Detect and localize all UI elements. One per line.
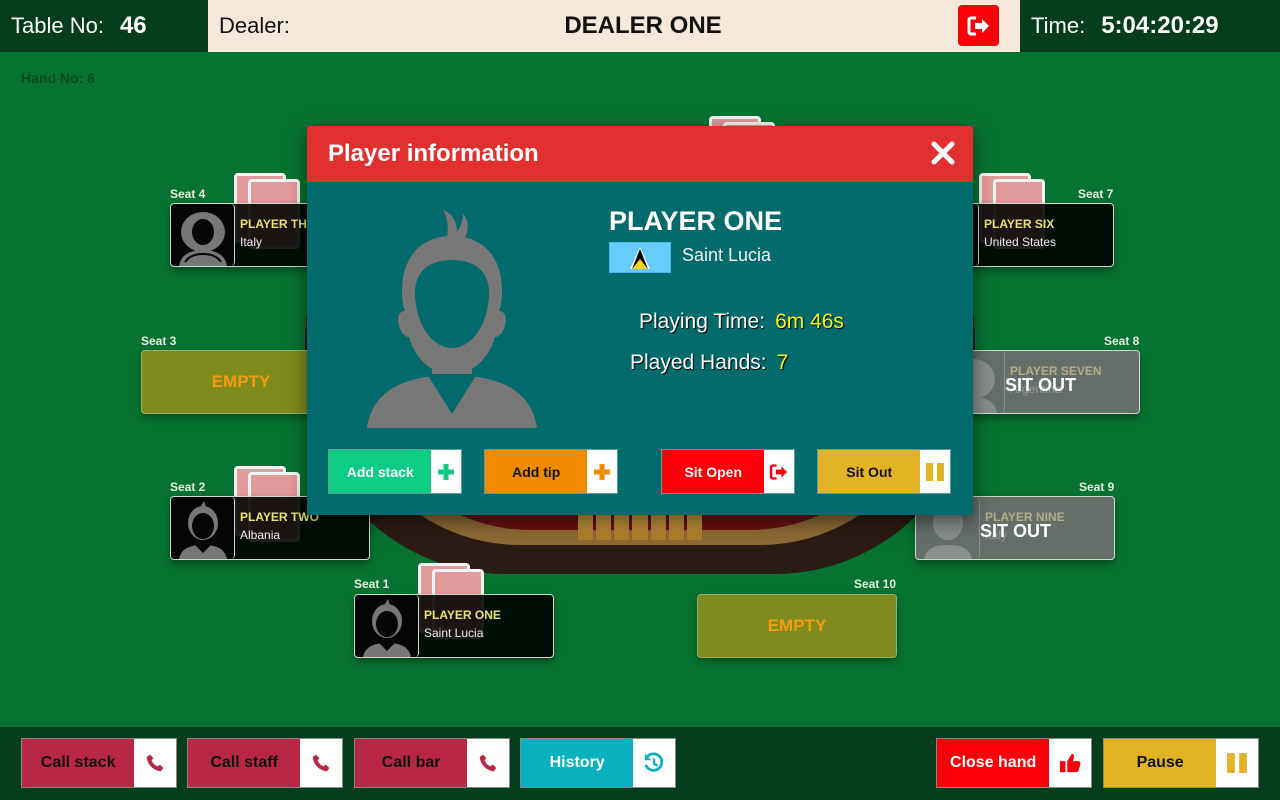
chip-slot [686,514,702,540]
chip-slot [578,514,594,540]
close-hand-button[interactable]: Close hand [936,738,1092,788]
female-avatar-icon [171,204,235,266]
plus-icon [431,450,461,493]
sit-open-label: Sit Open [662,450,765,493]
sit-out-badge: SIT OUT [1005,375,1076,395]
table-info: Table No: 46 [0,0,208,52]
seat-7-label: Seat 7 [1078,187,1114,201]
dealer-name: DEALER ONE [564,12,722,39]
seat-10-label: Seat 10 [854,577,897,591]
played-hands-label: Played Hands: [630,351,767,374]
chip-slot [632,514,648,540]
close-dialog-button[interactable] [929,139,957,167]
player-country: Saint Lucia [682,245,772,265]
call-stack-label: Call stack [22,739,135,787]
chip-slot [596,514,612,540]
seat-10-empty[interactable]: EMPTY [697,594,897,658]
pause-icon [920,450,950,493]
player-country: Italy [240,235,263,249]
player-name: PLAYER SIX [984,217,1055,231]
saint-lucia-flag-icon [609,242,671,273]
add-stack-button[interactable]: Add stack [328,449,462,494]
chip-rack [575,514,705,540]
hand-number: Hand No: 8 [21,70,95,86]
seat-4-label: Seat 4 [170,187,206,201]
played-hands-value: 7 [776,351,789,374]
table-label: Table No: [11,13,104,38]
call-stack-button[interactable]: Call stack [21,738,177,788]
phone-icon [300,739,342,787]
table-number: 46 [119,12,147,39]
call-staff-button[interactable]: Call staff [187,738,343,788]
player-avatar-icon [367,210,537,428]
seat-2-label: Seat 2 [170,480,206,494]
add-tip-label: Add tip [485,450,588,493]
sit-open-button[interactable]: Sit Open [661,449,795,494]
seat-3-label: Seat 3 [141,334,177,348]
playing-time-value: 6m 46s [775,310,844,333]
call-bar-button[interactable]: Call bar [354,738,510,788]
top-bar: Table No: 46 Dealer: DEALER ONE Time: 5:… [0,0,1280,52]
thumbs-up-icon [1049,739,1091,787]
pause-button[interactable]: Pause [1103,738,1259,788]
pause-label: Pause [1104,739,1217,787]
sit-out-badge: SIT OUT [980,521,1051,541]
dialog-header: Player information [307,126,973,182]
dealer-logout-button[interactable] [958,5,999,46]
player-country: Saint Lucia [424,626,484,640]
seat-9-label: Seat 9 [1079,480,1115,494]
call-staff-label: Call staff [188,739,301,787]
time-info: Time: 5:04:20:29 [1020,0,1280,52]
dealer-info: Dealer: DEALER ONE [208,0,1020,52]
seat-8-label: Seat 8 [1104,334,1140,348]
seat-1-label: Seat 1 [354,577,390,591]
played-hands: Played Hands: 7 [630,351,788,375]
close-icon [931,141,955,165]
playing-time: Playing Time: 6m 46s [639,310,844,334]
playing-time-label: Playing Time: [639,310,766,333]
history-button[interactable]: History [520,738,676,788]
logout-icon [967,16,989,35]
logout-icon [764,450,794,493]
player-info-dialog: Player information PLAYER ONE Saint Luci… [307,126,973,515]
call-bar-label: Call bar [355,739,468,787]
player-name: PLAYER ONE [609,206,783,236]
bottom-bar: Call stack Call staff Call bar History C… [0,727,1280,800]
time-label: Time: [1031,13,1086,38]
sit-out-label: Sit Out [818,450,921,493]
player-country: United States [984,235,1057,249]
chip-slot [650,514,666,540]
seat-1[interactable]: PLAYER ONE Saint Lucia [354,594,554,658]
male-avatar-icon [171,497,235,559]
plus-icon [587,450,617,493]
history-label: History [521,739,634,787]
close-hand-label: Close hand [937,739,1050,787]
dialog-title: Player information [328,140,539,167]
player-name: PLAYER ONE [424,608,501,622]
chip-slot [668,514,684,540]
history-icon [633,739,675,787]
male-avatar-icon [355,595,419,657]
add-stack-label: Add stack [329,450,432,493]
chip-slot [614,514,630,540]
phone-icon [467,739,509,787]
time-value: 5:04:20:29 [1101,12,1219,39]
pause-icon [1216,739,1258,787]
add-tip-button[interactable]: Add tip [484,449,618,494]
sit-out-button[interactable]: Sit Out [817,449,951,494]
phone-icon [134,739,176,787]
player-country: Albania [240,528,281,542]
